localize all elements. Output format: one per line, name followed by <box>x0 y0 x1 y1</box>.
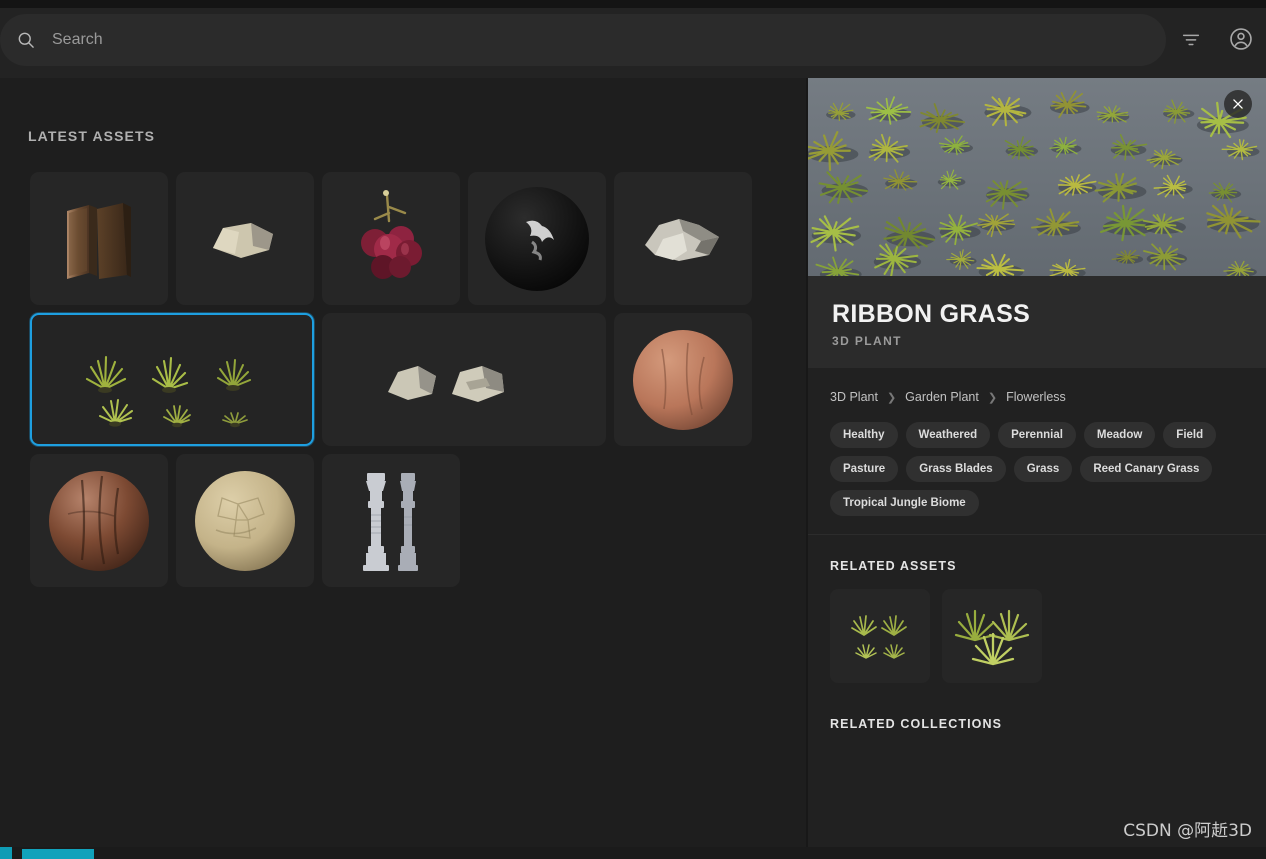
related-asset-small-grass-cluster[interactable] <box>830 589 930 683</box>
chevron-right-icon: ❯ <box>987 391 998 404</box>
limestone-rock-thumbnail <box>178 174 312 303</box>
tag-chip[interactable]: Weathered <box>905 422 991 448</box>
tag-chip[interactable]: Meadow <box>1083 422 1156 448</box>
top-bar <box>0 0 1266 78</box>
related-collections-section: RELATED COLLECTIONS <box>808 683 1266 731</box>
page-title: RIBBON GRASS <box>832 300 1031 328</box>
asset-tile-old-books[interactable] <box>30 172 168 305</box>
twin-boulders-thumbnail <box>324 315 604 444</box>
breadcrumb-item-2[interactable]: Flowerless <box>1006 390 1066 404</box>
asset-tile-rusty-brown-sphere-material[interactable] <box>30 454 168 587</box>
asset-tile-granite-rock[interactable] <box>614 172 752 305</box>
asset-tile-stone-balusters[interactable] <box>322 454 460 587</box>
breadcrumb-item-0[interactable]: 3D Plant <box>830 390 878 404</box>
tag-chip[interactable]: Perennial <box>998 422 1076 448</box>
old-books-thumbnail <box>32 174 166 303</box>
tag-list: Healthy Weathered Perennial Meadow Field… <box>830 422 1244 516</box>
red-clay-sphere-thumbnail <box>616 315 750 444</box>
asset-tile-ribbon-grass[interactable] <box>30 313 314 446</box>
app-window: LATEST ASSETS <box>0 0 1266 859</box>
tag-chip[interactable]: Pasture <box>830 456 899 482</box>
asset-detail-panel: RIBBON GRASS 3D PLANT 3D Plant ❯ Garden … <box>808 78 1266 859</box>
tag-chip[interactable]: Field <box>1163 422 1217 448</box>
top-bar-actions <box>1174 22 1258 56</box>
asset-grid <box>30 172 776 587</box>
asset-subtitle: 3D PLANT <box>832 334 902 348</box>
close-icon[interactable] <box>1224 90 1252 118</box>
rusty-brown-sphere-thumbnail <box>32 456 166 585</box>
granite-rock-thumbnail <box>616 174 750 303</box>
asset-tile-black-snow-sphere-material[interactable] <box>468 172 606 305</box>
asset-tile-limestone-rock[interactable] <box>176 172 314 305</box>
stone-balusters-thumbnail <box>324 456 458 585</box>
asset-hero-image <box>808 78 1266 276</box>
asset-title-block: RIBBON GRASS 3D PLANT <box>808 276 1266 368</box>
asset-browser: LATEST ASSETS <box>0 78 808 859</box>
asset-meta-block: 3D Plant ❯ Garden Plant ❯ Flowerless Hea… <box>808 368 1266 535</box>
asset-tile-red-clay-sphere-material[interactable] <box>614 313 752 446</box>
asset-tile-sand-cracked-sphere-material[interactable] <box>176 454 314 587</box>
window-title-strip <box>0 0 1266 8</box>
page-title: LATEST ASSETS <box>28 128 156 144</box>
tag-chip[interactable]: Healthy <box>830 422 898 448</box>
tag-chip[interactable]: Tropical Jungle Biome <box>830 490 979 516</box>
related-asset-large-grass-cluster[interactable] <box>942 589 1042 683</box>
related-assets-title: RELATED ASSETS <box>830 559 957 573</box>
tag-chip[interactable]: Reed Canary Grass <box>1080 456 1213 482</box>
related-collections-title: RELATED COLLECTIONS <box>830 717 1003 731</box>
chevron-right-icon: ❯ <box>886 391 897 404</box>
breadcrumb-item-1[interactable]: Garden Plant <box>905 390 979 404</box>
asset-tile-twin-boulders[interactable] <box>322 313 606 446</box>
black-snow-sphere-thumbnail <box>470 174 604 303</box>
sand-cracked-sphere-thumbnail <box>178 456 312 585</box>
taskbar <box>0 847 1266 859</box>
taskbar-item-b[interactable] <box>22 849 94 859</box>
tag-chip[interactable]: Grass Blades <box>906 456 1006 482</box>
tag-chip[interactable]: Grass <box>1013 456 1073 482</box>
red-grapes-thumbnail <box>324 174 458 303</box>
ribbon-grass-hero-illustration <box>808 78 1266 276</box>
search-input[interactable] <box>52 31 1166 49</box>
related-assets-row <box>830 589 1244 683</box>
filter-icon[interactable] <box>1174 22 1208 56</box>
search-bar[interactable] <box>0 14 1166 66</box>
asset-tile-red-grapes[interactable] <box>322 172 460 305</box>
ribbon-grass-thumbnail <box>32 315 312 444</box>
breadcrumb: 3D Plant ❯ Garden Plant ❯ Flowerless <box>830 390 1244 404</box>
related-assets-section: RELATED ASSETS <box>808 535 1266 683</box>
detail-scroll-body: RIBBON GRASS 3D PLANT 3D Plant ❯ Garden … <box>808 276 1266 859</box>
taskbar-item-a[interactable] <box>0 847 12 859</box>
search-icon <box>0 30 52 50</box>
account-circle-icon[interactable] <box>1224 22 1258 56</box>
